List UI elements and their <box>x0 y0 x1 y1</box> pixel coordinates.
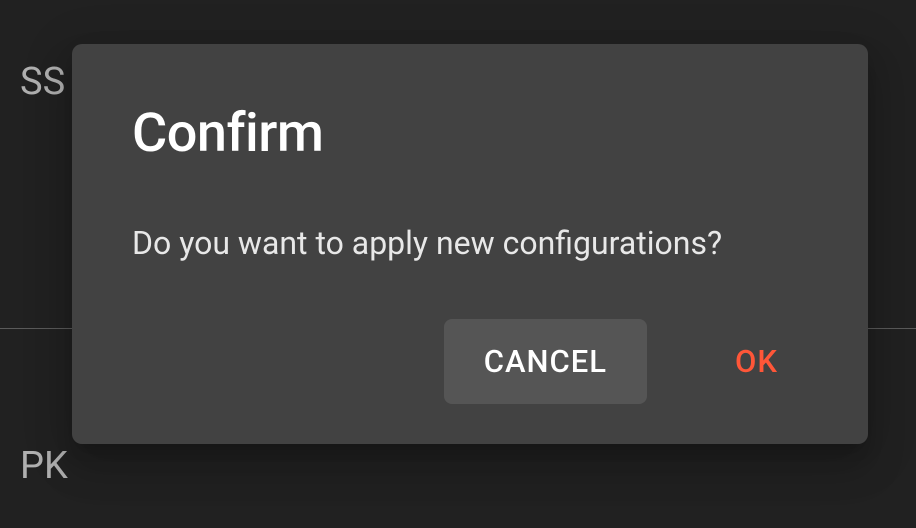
ok-button[interactable]: OK <box>715 319 798 404</box>
background-field-label-2: PK <box>20 444 68 488</box>
confirm-dialog: Confirm Do you want to apply new configu… <box>72 44 868 444</box>
dialog-message: Do you want to apply new configurations? <box>72 165 868 265</box>
cancel-button[interactable]: CANCEL <box>444 319 647 404</box>
dialog-actions: CANCEL OK <box>72 265 868 444</box>
dialog-title: Confirm <box>72 44 868 165</box>
background-field-label-1: SS <box>20 60 65 104</box>
